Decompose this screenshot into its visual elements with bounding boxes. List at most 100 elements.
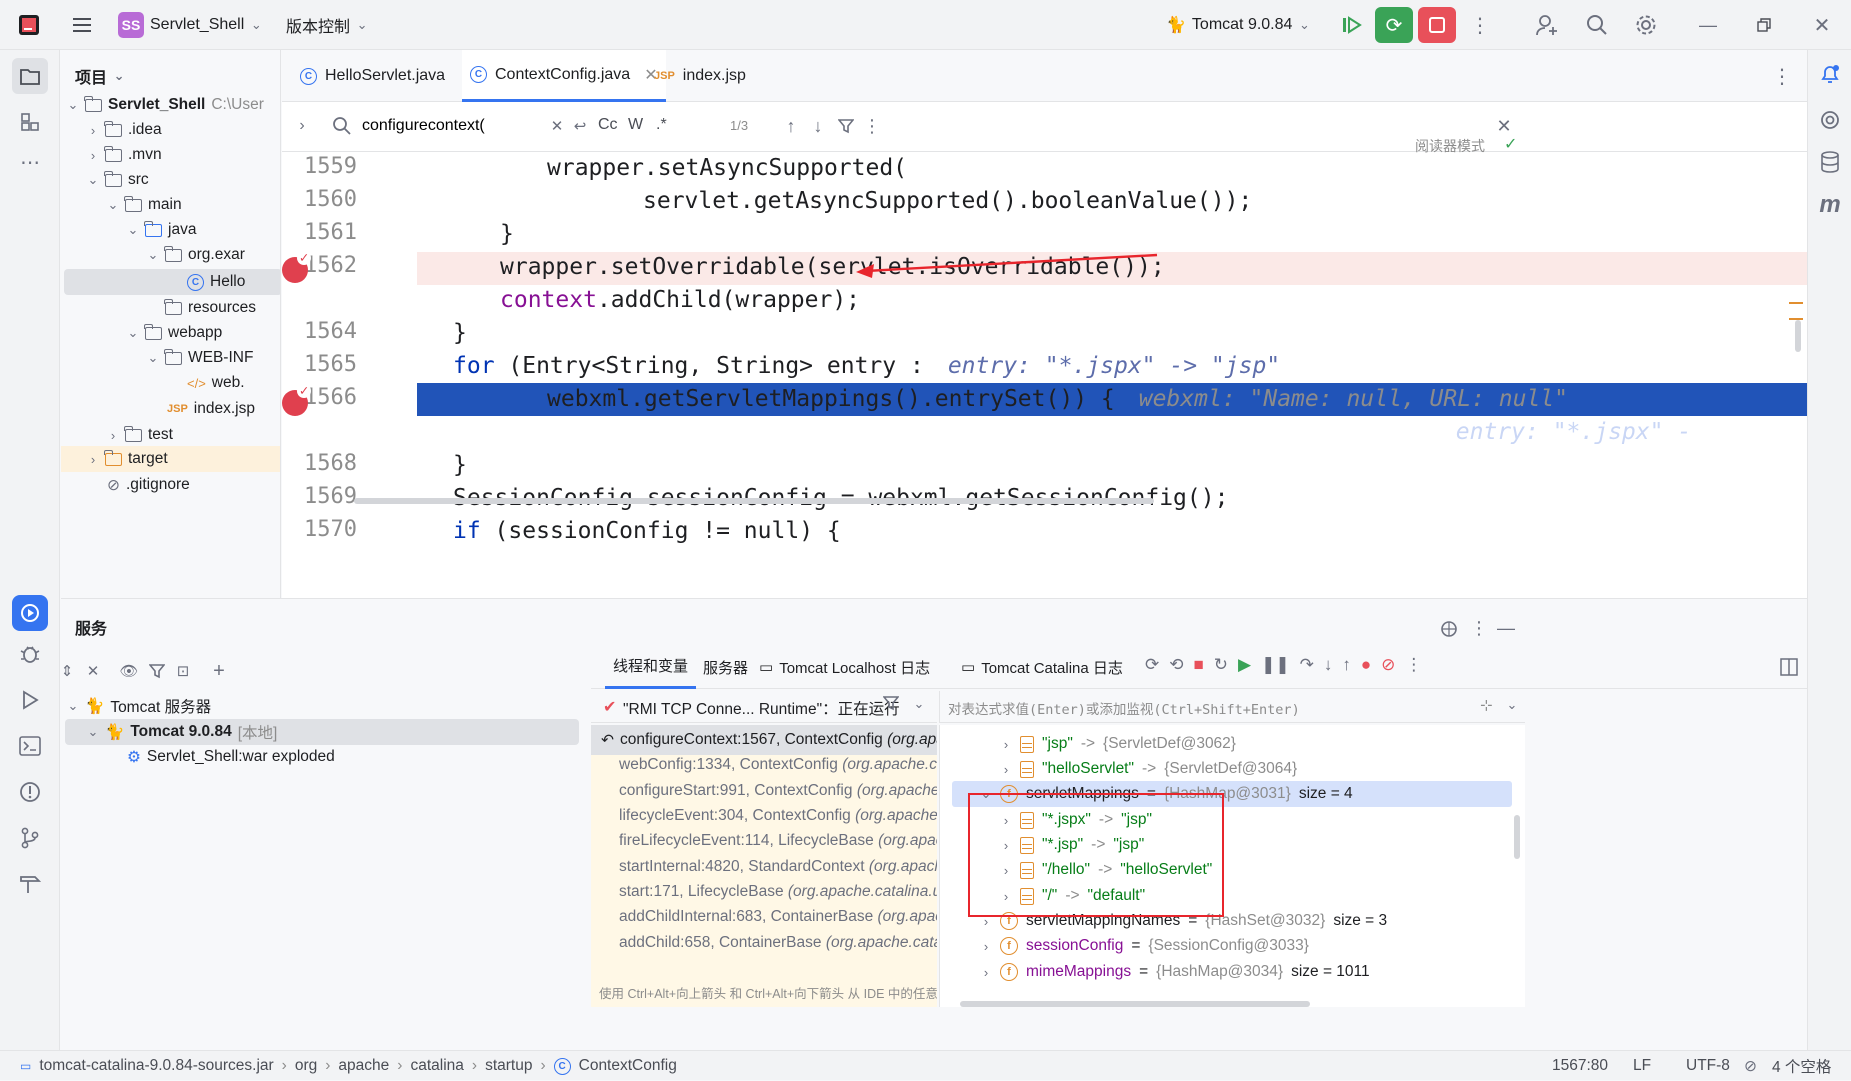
thread-selector[interactable]: ✔ "RMI TCP Conne... Runtime"：正在运行 ⌄ [591,691,937,723]
chevron-down-icon[interactable]: ⌄ [913,696,925,712]
app-logo-icon[interactable] [18,0,40,50]
cursor-position[interactable]: 1567:80 [1552,1051,1608,1081]
resume-icon[interactable] [1338,0,1366,50]
maven-icon[interactable]: m [1818,190,1842,220]
view-breakpoints-icon[interactable]: ● [1361,655,1371,675]
search-icon[interactable] [1583,0,1611,50]
editor-h-scrollbar[interactable] [354,498,1154,504]
variables-h-scrollbar[interactable] [960,1001,1310,1007]
breadcrumb-item[interactable]: org [295,1057,317,1075]
tree-item-indexjsp[interactable]: JSP index.jsp [167,394,255,424]
breadcrumb-item[interactable]: tomcat-catalina-9.0.84-sources.jar [39,1057,273,1075]
breadcrumb-item[interactable]: ContextConfig [579,1057,677,1075]
match-case-toggle[interactable]: Cc [598,116,618,134]
expand-all-icon[interactable]: ⇕ [57,659,77,683]
step-out-icon[interactable]: ↑ [1342,655,1351,675]
line-separator[interactable]: LF [1633,1051,1651,1081]
search-history-icon[interactable] [330,114,354,138]
run-icon[interactable] [18,688,42,712]
chevron-down-icon[interactable]: ⌄ [1506,697,1518,713]
database-icon[interactable] [1818,150,1842,174]
vcs-menu[interactable]: 版本控制 ⌄ [286,0,368,50]
run-config-selector[interactable]: 🐈 Tomcat 9.0.84 ⌄ [1166,0,1310,50]
close-window-icon[interactable]: ✕ [1810,0,1834,50]
services-options-icon[interactable] [1439,619,1459,639]
new-group-icon[interactable]: ⊡ [173,659,193,683]
ai-assistant-icon[interactable] [1818,108,1842,132]
rerun-icon[interactable]: ⟳ [1145,655,1159,675]
step-over-icon[interactable]: ↷ [1300,655,1314,675]
frame-row[interactable]: addChild:658, ContainerBase (org.apache.… [619,928,937,958]
more-tools-icon[interactable]: ⋯ [18,150,42,174]
restart-icon[interactable]: ↻ [1214,655,1228,675]
build-hammer-icon[interactable] [18,872,42,896]
add-watch-icon[interactable]: ⊹ [1480,696,1493,714]
terminal-icon[interactable] [18,734,42,758]
multiline-icon[interactable]: ↩ [568,114,592,138]
layout-settings-icon[interactable] [1779,657,1799,677]
settings-gear-icon[interactable] [1632,0,1660,50]
tab-server[interactable]: 服务器 [695,645,756,689]
services-more-icon[interactable]: ⋮ [1469,617,1489,639]
editor-scrollbar[interactable] [1795,320,1801,352]
step-into-icon[interactable]: ↓ [1324,655,1333,675]
breadcrumb-item[interactable]: apache [338,1057,389,1075]
add-user-icon[interactable] [1533,0,1561,50]
project-tool-icon[interactable] [12,58,48,94]
debug-bug-icon[interactable] [18,642,42,666]
variables-scrollbar[interactable] [1514,815,1520,859]
tree-item-gitignore[interactable]: ⊘ .gitignore [107,470,190,500]
project-panel-header[interactable]: 项目 ⌄ [75,64,125,88]
prev-match-icon[interactable]: ↑ [780,114,802,138]
tab-localhost-log[interactable]: ▭ Tomcat Localhost 日志 [759,645,930,689]
chevron-right-icon[interactable]: › [290,114,314,138]
pause-icon[interactable]: ❚❚ [1261,655,1290,675]
tab-catalina-log[interactable]: ▭ Tomcat Catalina 日志 [961,645,1123,689]
add-service-icon[interactable]: + [209,659,229,683]
services-tool-icon[interactable] [12,595,48,631]
main-menu-icon[interactable] [68,0,96,50]
reader-mode-label[interactable]: 阅读器模式 [1415,136,1485,156]
evaluate-input[interactable]: 对表达式求值(Enter)或添加监视(Ctrl+Shift+Enter) [948,698,1300,718]
structure-icon[interactable] [18,110,42,134]
tab-helloservlet[interactable]: C HelloServlet.java [300,50,445,102]
breakpoint-icon[interactable] [282,384,311,416]
stop-icon[interactable]: ■ [1194,655,1204,675]
git-icon[interactable] [18,826,42,850]
debug-more-icon[interactable]: ⋮ [1405,655,1422,675]
whole-word-toggle[interactable]: W [628,116,643,134]
inspection-ok-icon[interactable]: ✓ [1504,134,1517,154]
resume-icon[interactable]: ▶ [1238,655,1251,675]
collapse-all-icon[interactable]: ✕ [83,659,103,683]
regex-toggle[interactable]: .* [656,116,667,134]
tabs-more-icon[interactable]: ⋮ [1772,50,1792,102]
debug-rerun-button[interactable]: ⟳ [1375,0,1413,50]
tab-indexjsp[interactable]: JSP index.jsp [654,50,746,102]
problems-icon[interactable] [18,780,42,804]
clear-search-icon[interactable]: ✕ [547,114,567,138]
services-hide-icon[interactable]: — [1496,617,1516,639]
notifications-bell-icon[interactable] [1818,62,1842,86]
more-icon[interactable]: ⋮ [1470,0,1490,50]
service-artifact[interactable]: ⚙ Servlet_Shell:war exploded [127,742,335,772]
filter-icon[interactable] [882,695,900,715]
tab-contextconfig[interactable]: C ContextConfig.java ✕ [462,50,666,102]
view-options-eye-icon[interactable]: 👁 [117,659,141,683]
minimize-icon[interactable]: — [1696,0,1720,50]
breakpoint-icon[interactable] [282,251,311,283]
breadcrumb-item[interactable]: startup [485,1057,532,1075]
stop-button[interactable] [1418,0,1456,50]
code-area[interactable]: wrapper.setAsyncSupported( servlet.getAs… [417,152,1807,598]
find-more-icon[interactable]: ⋮ [862,114,882,138]
restore-icon[interactable] [1752,0,1776,50]
tree-item-package[interactable]: ⌄ org.exar [147,240,245,270]
filter-icon[interactable] [147,659,167,683]
breadcrumb-item[interactable]: catalina [410,1057,463,1075]
tab-threads-variables[interactable]: 线程和变量 [605,645,697,689]
no-highlight-icon[interactable]: ⊘ [1744,1051,1757,1081]
project-switcher[interactable]: SS Servlet_Shell ⌄ [118,0,262,50]
file-encoding[interactable]: UTF-8 [1686,1051,1730,1081]
variable-row[interactable]: › f mimeMappings = {HashMap@3034} size = 1011 [980,957,1370,987]
next-match-icon[interactable]: ↓ [807,114,829,138]
debug-rerun-icon[interactable]: ⟲ [1169,655,1183,675]
